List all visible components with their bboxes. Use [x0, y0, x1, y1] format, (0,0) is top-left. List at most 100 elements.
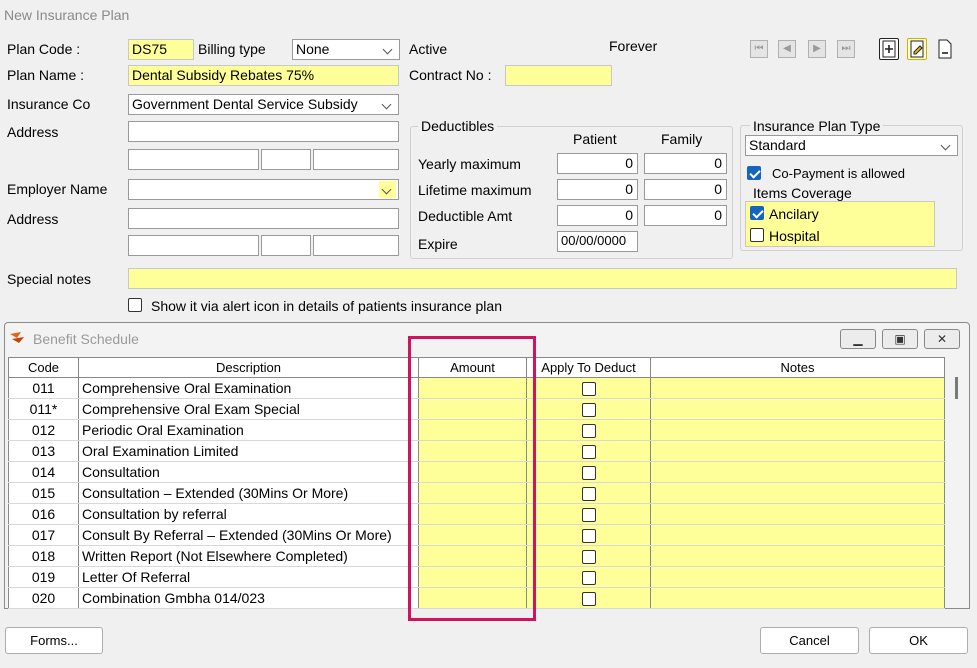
lifetime-maximum-patient[interactable]: 0 — [557, 179, 638, 200]
column-header-code[interactable]: Code — [8, 357, 79, 378]
deductible-amt-patient[interactable]: 0 — [557, 205, 638, 226]
special-notes-field[interactable] — [128, 268, 957, 289]
close-icon[interactable]: ✕ — [924, 329, 960, 349]
app-logo-icon — [9, 331, 29, 345]
apply-to-deduct-cell[interactable] — [526, 587, 651, 609]
insurance-co-select[interactable]: Government Dental Service Subsidy — [128, 94, 399, 115]
items-coverage-title: Items Coverage — [750, 185, 855, 201]
notes-cell[interactable] — [650, 482, 945, 504]
plan-code-field[interactable]: DS75 — [128, 39, 194, 60]
address-label: Address — [7, 124, 59, 140]
new-document-icon[interactable] — [879, 38, 899, 60]
next-record-icon[interactable]: ▶ — [808, 40, 826, 58]
vertical-scrollbar[interactable] — [950, 377, 964, 607]
billing-type-select[interactable]: None — [292, 39, 400, 60]
expire-label: Expire — [418, 236, 458, 252]
plan-type-value: Standard — [749, 137, 806, 153]
insurance-co-label: Insurance Co — [7, 96, 91, 112]
employer-name-label: Employer Name — [7, 181, 108, 197]
apply-to-deduct-checkbox[interactable] — [581, 466, 596, 481]
notes-cell[interactable] — [650, 377, 945, 399]
billing-type-label: Billing type — [198, 41, 266, 57]
apply-to-deduct-checkbox[interactable] — [581, 487, 596, 502]
apply-to-deduct-checkbox[interactable] — [581, 571, 596, 586]
maximize-icon[interactable]: ▣ — [882, 329, 918, 349]
alert-icon-checkbox[interactable] — [128, 298, 142, 312]
description-cell: Consultation — [78, 461, 419, 483]
previous-record-icon[interactable]: ◀ — [778, 40, 796, 58]
deductible-amt-family[interactable]: 0 — [644, 205, 727, 226]
address-line-1[interactable] — [128, 121, 399, 142]
apply-to-deduct-checkbox[interactable] — [581, 550, 596, 565]
description-cell: Comprehensive Oral Examination — [78, 377, 419, 399]
ancilary-label: Ancilary — [769, 206, 819, 222]
yearly-maximum-family[interactable]: 0 — [644, 153, 727, 174]
apply-to-deduct-cell[interactable] — [526, 503, 651, 525]
notes-cell[interactable] — [650, 566, 945, 588]
scrollbar-thumb[interactable] — [955, 377, 958, 399]
apply-to-deduct-cell[interactable] — [526, 524, 651, 546]
plan-name-label: Plan Name : — [7, 67, 85, 83]
apply-to-deduct-cell[interactable] — [526, 461, 651, 483]
expire-date-field[interactable]: 00/00/0000 — [557, 231, 638, 252]
column-header-notes[interactable]: Notes — [650, 357, 945, 378]
apply-to-deduct-cell[interactable] — [526, 545, 651, 567]
notes-cell[interactable] — [650, 587, 945, 609]
address-city[interactable] — [128, 149, 259, 170]
copayment-checkbox[interactable] — [747, 166, 761, 180]
notes-cell[interactable] — [650, 503, 945, 525]
employer-name-select[interactable] — [128, 179, 399, 200]
notes-cell[interactable] — [650, 398, 945, 420]
apply-to-deduct-checkbox[interactable] — [581, 508, 596, 523]
employer-address-postcode[interactable] — [313, 235, 399, 256]
yearly-maximum-patient[interactable]: 0 — [557, 153, 638, 174]
apply-to-deduct-cell[interactable] — [526, 377, 651, 399]
cancel-button[interactable]: Cancel — [760, 627, 859, 654]
column-header-apply-to-deduct[interactable]: Apply To Deduct — [526, 357, 651, 378]
plan-name-field[interactable]: Dental Subsidy Rebates 75% — [128, 65, 399, 86]
edit-document-icon[interactable] — [907, 38, 927, 60]
address-state[interactable] — [261, 149, 311, 170]
apply-to-deduct-cell[interactable] — [526, 398, 651, 420]
ok-button[interactable]: OK — [869, 627, 968, 654]
amount-column-highlight — [408, 336, 536, 621]
description-cell: Letter Of Referral — [78, 566, 419, 588]
apply-to-deduct-cell[interactable] — [526, 566, 651, 588]
first-record-icon[interactable]: ⏮ — [750, 40, 768, 58]
notes-cell[interactable] — [650, 419, 945, 441]
apply-to-deduct-checkbox[interactable] — [581, 424, 596, 439]
apply-to-deduct-cell[interactable] — [526, 419, 651, 441]
hospital-label: Hospital — [769, 228, 820, 244]
employer-address-city[interactable] — [128, 235, 259, 256]
insurance-co-value: Government Dental Service Subsidy — [132, 96, 358, 112]
employer-address-state[interactable] — [261, 235, 311, 256]
employer-address-line-1[interactable] — [128, 208, 399, 229]
apply-to-deduct-cell[interactable] — [526, 440, 651, 462]
deductible-amt-label: Deductible Amt — [418, 208, 513, 224]
minimize-icon[interactable]: ▁ — [840, 329, 876, 349]
delete-document-icon[interactable] — [935, 38, 955, 60]
billing-type-value: None — [296, 41, 330, 57]
lifetime-maximum-family[interactable]: 0 — [644, 179, 727, 200]
address-postcode[interactable] — [313, 149, 399, 170]
apply-to-deduct-cell[interactable] — [526, 482, 651, 504]
apply-to-deduct-checkbox[interactable] — [581, 403, 596, 418]
hospital-checkbox[interactable] — [750, 228, 764, 242]
notes-cell[interactable] — [650, 461, 945, 483]
chevron-down-icon — [938, 137, 955, 154]
last-record-icon[interactable]: ⏭ — [837, 40, 855, 58]
plan-type-select[interactable]: Standard — [745, 135, 958, 156]
notes-cell[interactable] — [650, 524, 945, 546]
code-cell: 011 — [8, 377, 79, 399]
ancilary-checkbox[interactable] — [750, 206, 764, 220]
plan-code-label: Plan Code : — [7, 41, 81, 57]
column-header-description[interactable]: Description — [78, 357, 419, 378]
apply-to-deduct-checkbox[interactable] — [581, 445, 596, 460]
notes-cell[interactable] — [650, 545, 945, 567]
apply-to-deduct-checkbox[interactable] — [581, 529, 596, 544]
notes-cell[interactable] — [650, 440, 945, 462]
contract-no-field[interactable] — [505, 65, 612, 86]
forms-button[interactable]: Forms... — [5, 627, 103, 654]
apply-to-deduct-checkbox[interactable] — [581, 592, 596, 607]
apply-to-deduct-checkbox[interactable] — [581, 382, 596, 397]
